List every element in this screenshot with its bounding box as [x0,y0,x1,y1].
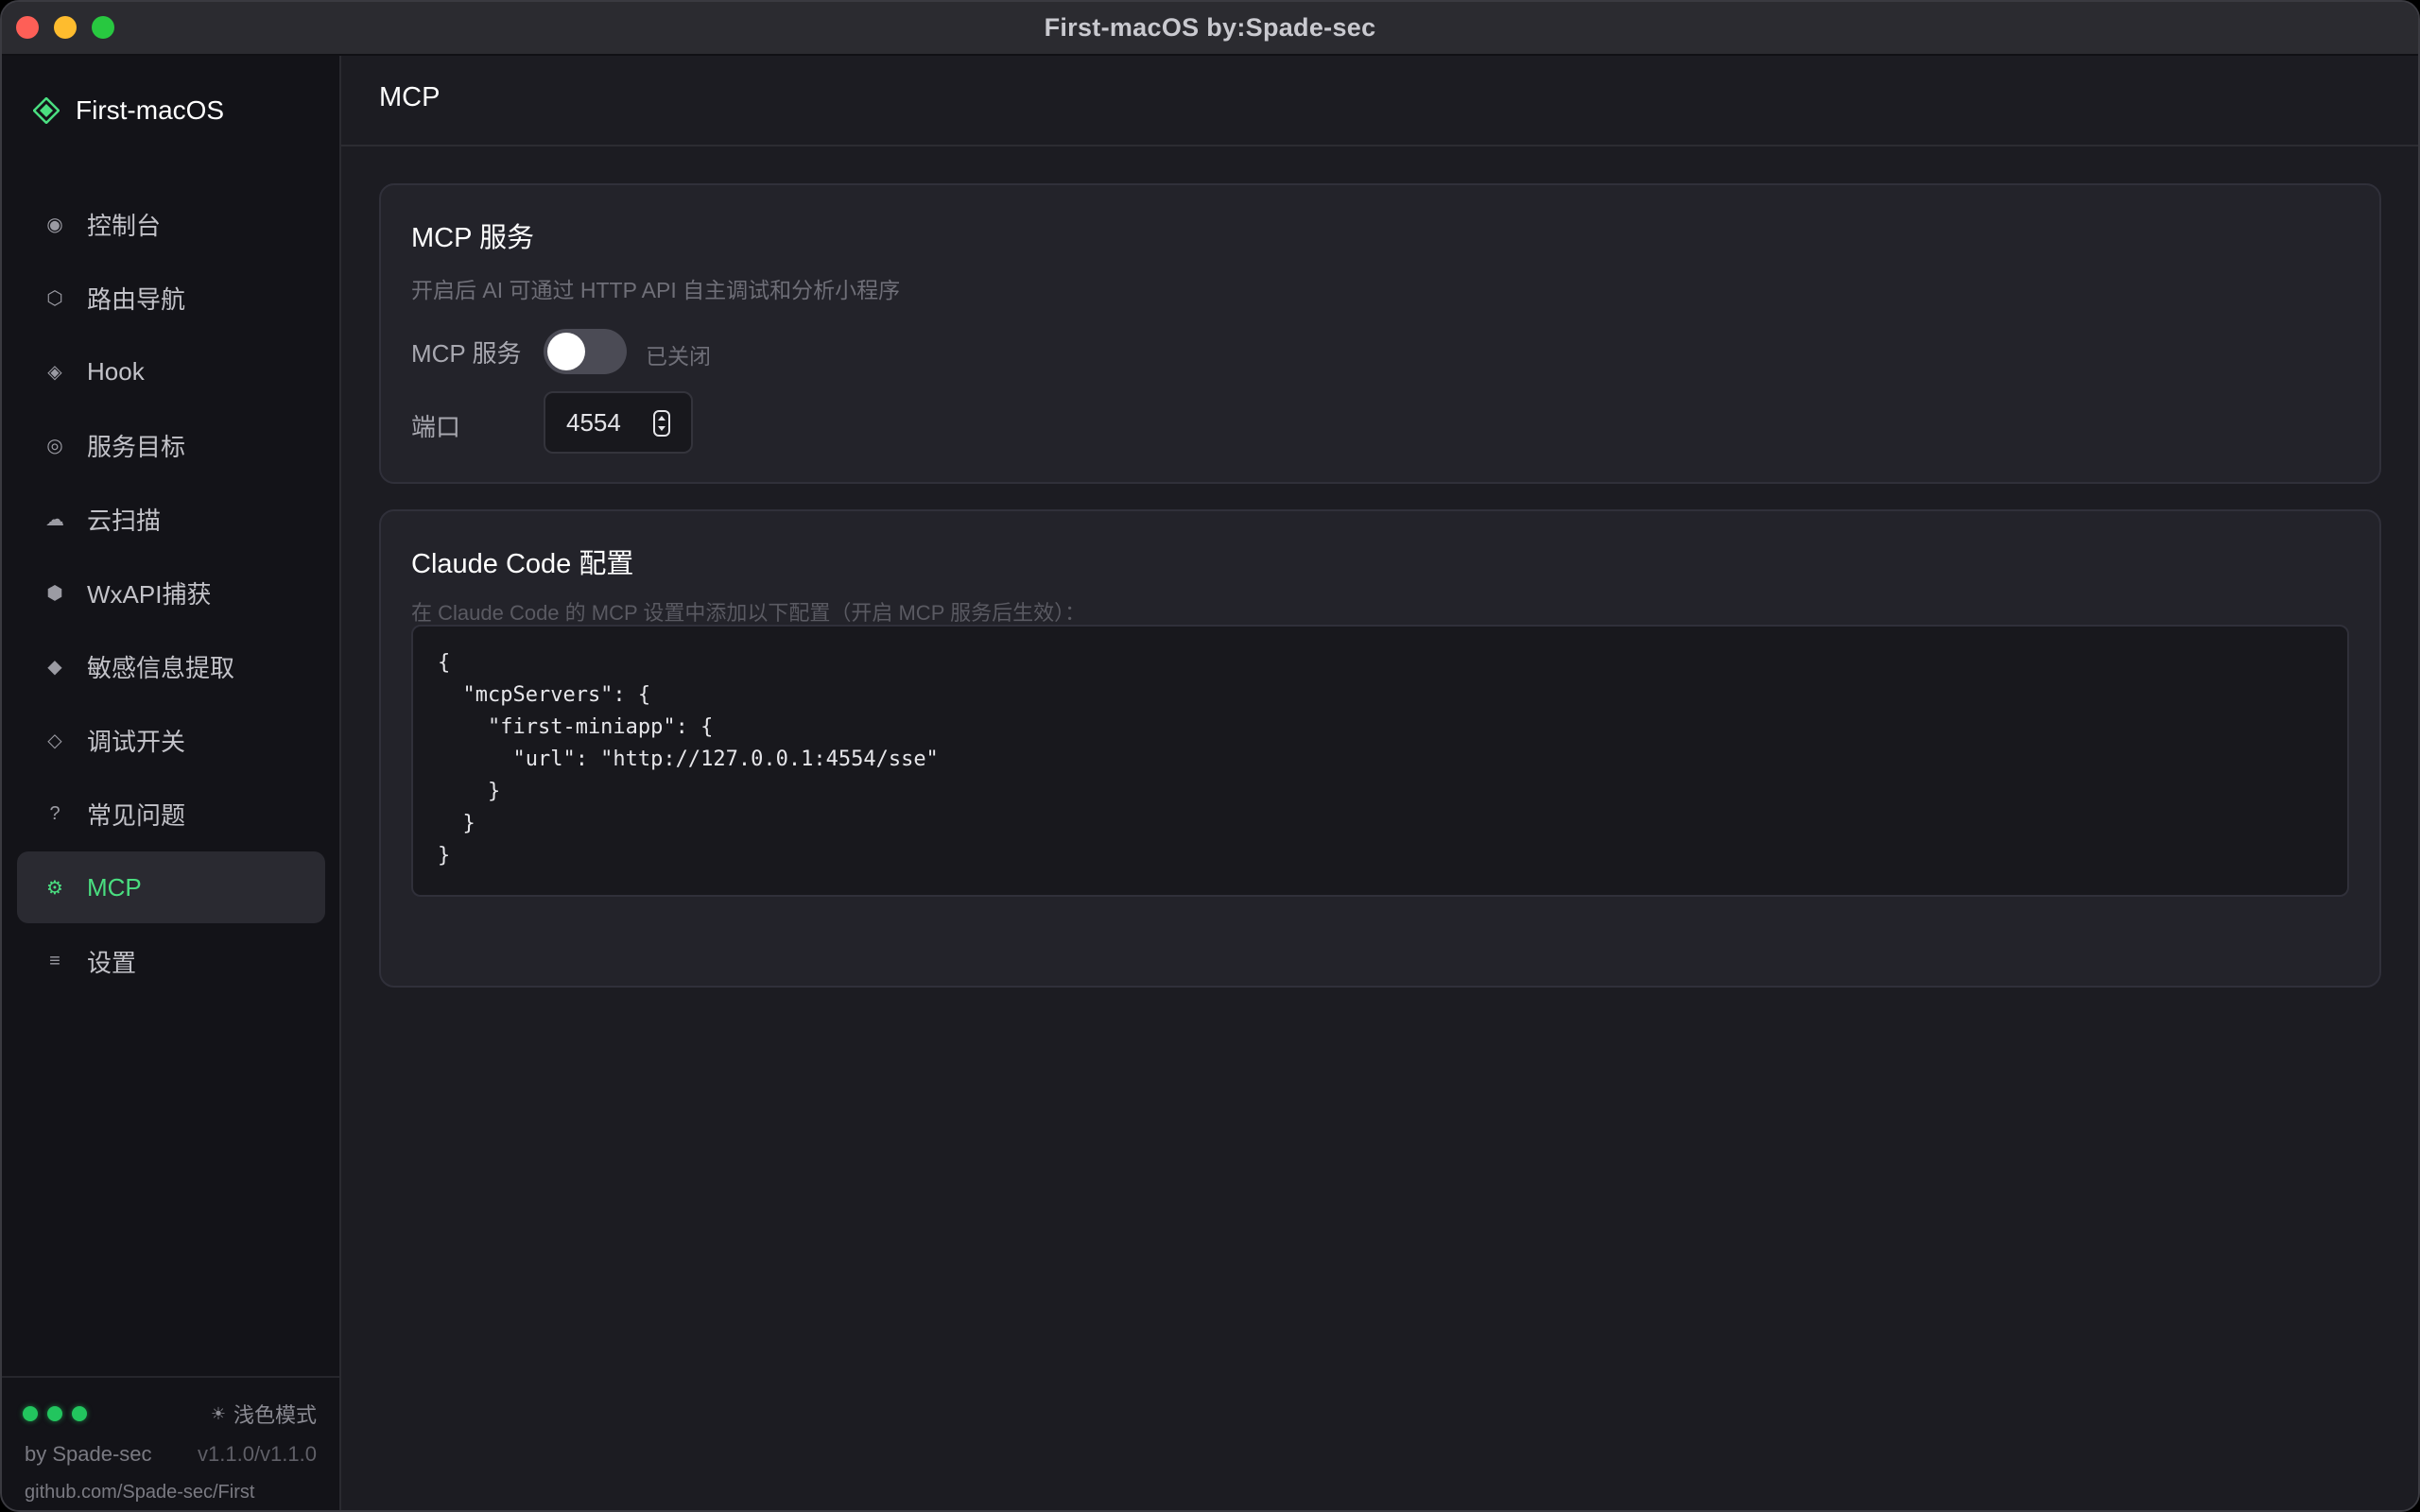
sidebar-item-label: 服务目标 [87,432,186,461]
sidebar-item-service-target[interactable]: ◎ 服务目标 [17,409,325,481]
sidebar: First-macOS ◉ 控制台 ⬡ 路由导航 ◈ Hook ◎ 服务目标 ☁… [2,56,341,1510]
sidebar-item-mcp[interactable]: ⚙ MCP [17,851,325,923]
claude-code-config-card: Claude Code 配置 在 Claude Code 的 MCP 设置中添加… [379,509,2381,988]
sidebar-item-label: 路由导航 [87,284,186,314]
capture-icon: ⬢ [46,582,63,604]
diamond-logo-icon [32,96,60,125]
port-stepper[interactable] [653,410,670,437]
port-input[interactable] [564,406,653,438]
config-code: { "mcpServers": { "first-miniapp": { "ur… [438,651,939,868]
sidebar-item-label: 调试开关 [87,727,186,756]
light-mode-toggle[interactable]: ☀ 浅色模式 [211,1399,317,1429]
sidebar-item-label: 常见问题 [87,800,186,830]
target-icon: ◎ [46,435,63,456]
sidebar-item-sensitive-info[interactable]: ◆ 敏感信息提取 [17,630,325,702]
toggle-knob [547,333,585,370]
sidebar-item-label: 云扫描 [87,506,162,535]
sidebar-item-label: WxAPI捕获 [87,579,212,609]
version-label: v1.1.0/v1.1.0 [198,1442,317,1466]
cloud-icon: ☁ [45,508,64,530]
card-description: 在 Claude Code 的 MCP 设置中添加以下配置（开启 MCP 服务后… [411,601,1086,625]
status-dot [47,1406,62,1421]
status-dot [23,1406,38,1421]
page-title: MCP [379,82,441,112]
app-window: First-macOS by:Spade-sec First-macOS ◉ 控… [0,0,2420,1512]
brand-name: First-macOS [76,95,225,125]
card-title: MCP 服务 [411,223,534,253]
card-title: Claude Code 配置 [411,549,634,579]
sidebar-item-cloud-scan[interactable]: ☁ 云扫描 [17,483,325,555]
menu-icon: ≡ [49,950,60,971]
service-state-label: 已关闭 [646,344,711,369]
sidebar-item-label: 控制台 [87,211,162,240]
config-code-block[interactable]: { "mcpServers": { "first-miniapp": { "ur… [411,625,2349,897]
title-bar: First-macOS by:Spade-sec [2,2,2418,56]
hook-icon: ◈ [47,361,62,383]
status-dots [23,1406,96,1421]
sidebar-nav: ◉ 控制台 ⬡ 路由导航 ◈ Hook ◎ 服务目标 ☁ 云扫描 ⬢ WxAPI… [17,188,325,999]
mcp-service-toggle[interactable] [544,329,627,374]
main-content: MCP MCP 服务 开启后 AI 可通过 HTTP API 自主调试和分析小程… [341,56,2418,1510]
sidebar-item-label: 设置 [87,948,137,977]
dashboard-icon: ◉ [46,214,63,235]
author-label: by Spade-sec [25,1442,152,1466]
sidebar-item-settings[interactable]: ≡ 设置 [17,925,325,997]
card-description: 开启后 AI 可通过 HTTP API 自主调试和分析小程序 [411,278,901,302]
status-dot [72,1406,87,1421]
sidebar-item-label: 敏感信息提取 [87,653,235,682]
sidebar-item-console[interactable]: ◉ 控制台 [17,188,325,260]
sidebar-item-faq[interactable]: ? 常见问题 [17,778,325,850]
sidebar-footer: ☀ 浅色模式 by Spade-sec v1.1.0/v1.1.0 github… [2,1376,339,1510]
sun-icon: ☀ [210,1403,226,1423]
gear-icon: ⚙ [46,877,63,899]
port-field [544,391,693,454]
sidebar-item-label: Hook [87,356,145,386]
diamond-icon: ◆ [47,656,62,678]
sidebar-item-wxapi-capture[interactable]: ⬢ WxAPI捕获 [17,557,325,628]
sidebar-item-hook[interactable]: ◈ Hook [17,335,325,407]
sidebar-item-route-nav[interactable]: ⬡ 路由导航 [17,262,325,334]
page-header: MCP [341,56,2418,146]
mcp-service-card: MCP 服务 开启后 AI 可通过 HTTP API 自主调试和分析小程序 MC… [379,183,2381,484]
sidebar-item-label: MCP [87,872,142,902]
repo-link[interactable]: github.com/Spade-sec/First [25,1482,254,1503]
diamond-outline-icon: ◇ [47,730,62,751]
question-icon: ? [49,802,60,824]
service-label: MCP 服务 [411,339,522,368]
sidebar-item-debug-switch[interactable]: ◇ 调试开关 [17,704,325,776]
window-title: First-macOS by:Spade-sec [1044,13,1376,42]
hexagon-icon: ⬡ [46,287,63,309]
light-mode-label: 浅色模式 [233,1403,317,1427]
brand: First-macOS [32,92,224,129]
port-label: 端口 [411,413,461,441]
